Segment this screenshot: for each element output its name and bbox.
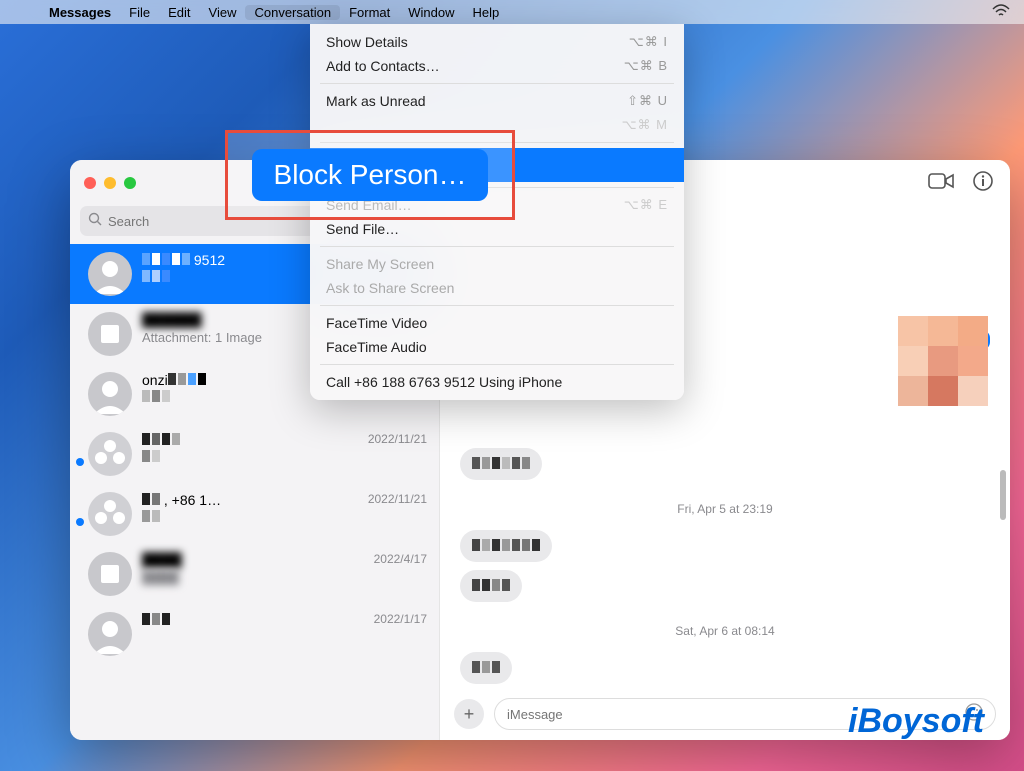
conversation-name: ██████	[142, 312, 202, 328]
avatar	[88, 552, 132, 596]
conversation-item[interactable]: ████ 2022/4/17 ████	[70, 544, 439, 604]
menu-messages[interactable]: Messages	[40, 5, 120, 20]
menuitem-send-file[interactable]: Send File…	[316, 217, 678, 241]
menu-separator	[320, 83, 674, 84]
conversation-name: ████	[142, 552, 182, 568]
menu-separator	[320, 305, 674, 306]
avatar	[88, 312, 132, 356]
conversation-date: 2022/11/21	[368, 432, 427, 448]
avatar	[88, 372, 132, 416]
add-attachment-button[interactable]: +	[454, 699, 484, 729]
conversation-preview	[142, 510, 427, 525]
menuitem-disabled: ⌥⌘ M	[316, 113, 678, 137]
maximize-button[interactable]	[124, 177, 136, 189]
menu-separator	[320, 142, 674, 143]
conversation-item[interactable]: , +86 1… 2022/11/21	[70, 484, 439, 544]
minimize-button[interactable]	[104, 177, 116, 189]
incoming-message[interactable]	[460, 652, 512, 684]
conversation-preview	[142, 450, 427, 465]
menuitem-show-details[interactable]: Show Details⌥⌘ I	[316, 30, 678, 54]
search-icon	[88, 212, 102, 231]
menuitem-add-to-contacts[interactable]: Add to Contacts…⌥⌘ B	[316, 54, 678, 78]
close-button[interactable]	[84, 177, 96, 189]
unread-indicator	[76, 518, 84, 526]
details-info-icon[interactable]	[972, 170, 994, 197]
conversation-name	[142, 612, 170, 628]
incoming-message[interactable]	[460, 530, 552, 562]
watermark: iBoysoft	[848, 702, 984, 741]
conversation-name: 9512	[142, 252, 225, 268]
group-avatar	[88, 432, 132, 476]
conversation-date: 2022/1/17	[374, 612, 427, 628]
avatar	[88, 252, 132, 296]
unread-indicator	[76, 458, 84, 466]
menuitem-facetime-audio[interactable]: FaceTime Audio	[316, 335, 678, 359]
menuitem-ask-share-screen: Ask to Share Screen	[316, 276, 678, 300]
conversation-item[interactable]: 2022/1/17	[70, 604, 439, 664]
conversation-preview: ████	[142, 570, 179, 585]
incoming-message[interactable]	[460, 570, 522, 602]
menuitem-block-person[interactable]: placeholder	[310, 148, 684, 182]
menuitem-share-my-screen: Share My Screen	[316, 252, 678, 276]
window-controls	[84, 177, 136, 189]
menu-edit[interactable]: Edit	[159, 5, 199, 20]
timestamp: Sat, Apr 6 at 08:14	[460, 624, 990, 638]
menu-separator	[320, 187, 674, 188]
conversation-name	[142, 432, 180, 448]
wifi-status-icon[interactable]	[992, 4, 1010, 21]
menu-conversation[interactable]: Conversation	[245, 5, 340, 20]
attachment-thumbnail[interactable]	[898, 316, 988, 406]
avatar	[88, 612, 132, 656]
menu-file[interactable]: File	[120, 5, 159, 20]
conversation-dropdown: Show Details⌥⌘ I Add to Contacts…⌥⌘ B Ma…	[310, 24, 684, 400]
facetime-video-icon[interactable]	[928, 171, 954, 196]
menuitem-mark-unread[interactable]: Mark as Unread⇧⌘ U	[316, 89, 678, 113]
menubar: Messages File Edit View Conversation For…	[0, 0, 1024, 24]
menu-help[interactable]: Help	[464, 5, 509, 20]
menu-window[interactable]: Window	[399, 5, 463, 20]
menu-separator	[320, 364, 674, 365]
conversation-date: 2022/11/21	[368, 492, 427, 508]
menuitem-facetime-video[interactable]: FaceTime Video	[316, 311, 678, 335]
menuitem-send-email: Send Email…⌥⌘ E	[316, 193, 678, 217]
menu-format[interactable]: Format	[340, 5, 399, 20]
conversation-item[interactable]: 2022/11/21	[70, 424, 439, 484]
menu-view[interactable]: View	[200, 5, 246, 20]
conversation-date: 2022/4/17	[374, 552, 427, 568]
group-avatar	[88, 492, 132, 536]
incoming-message[interactable]	[460, 448, 542, 480]
menu-separator	[320, 246, 674, 247]
timestamp: Fri, Apr 5 at 23:19	[460, 502, 990, 516]
menuitem-call-iphone[interactable]: Call +86 188 6763 9512 Using iPhone	[316, 370, 678, 394]
conversation-name: onzi	[142, 372, 206, 388]
conversation-name: , +86 1…	[142, 492, 221, 508]
